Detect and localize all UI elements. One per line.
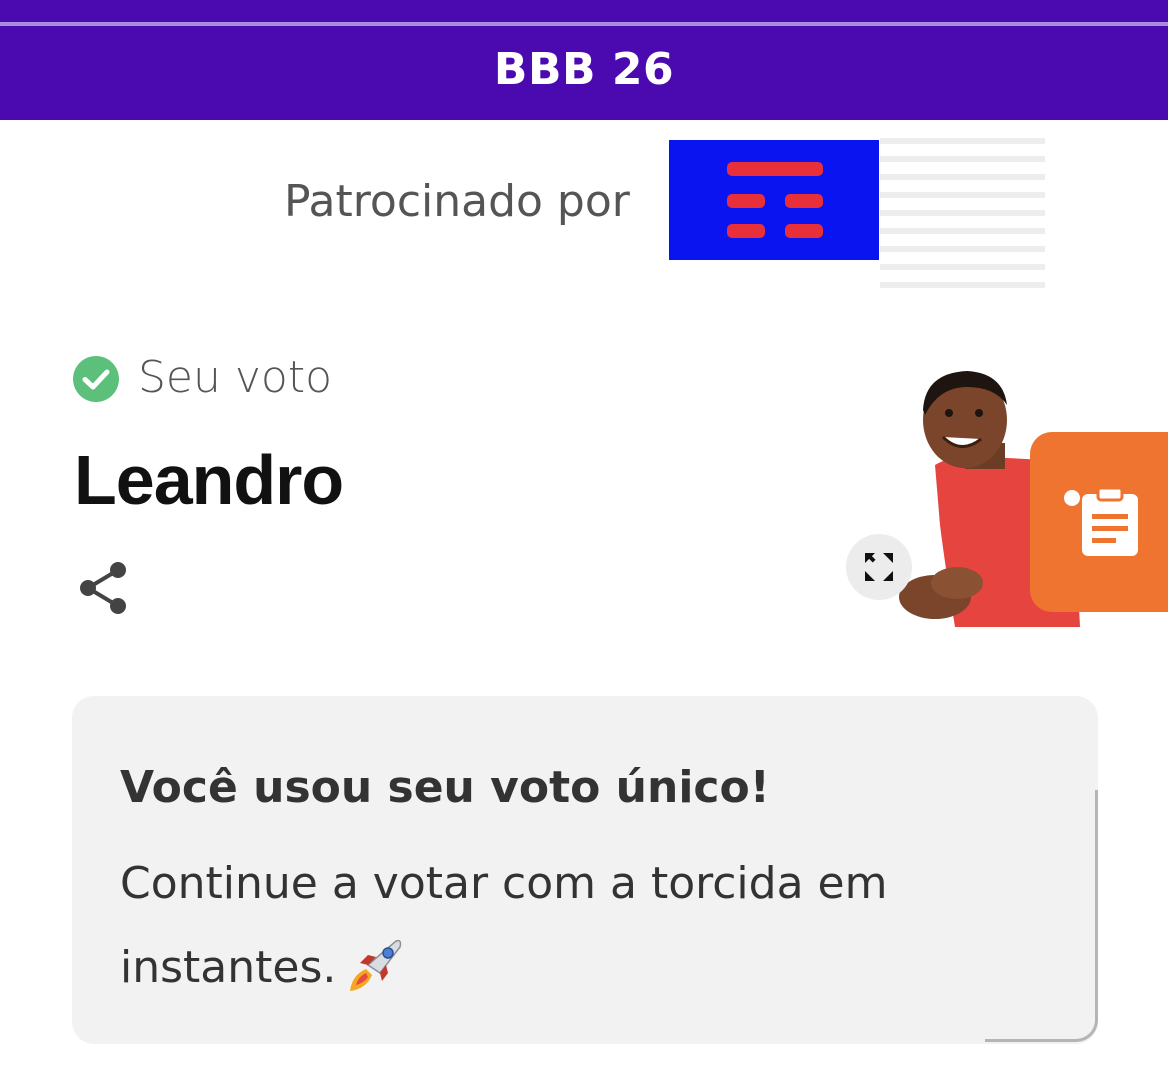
message-title: Você usou seu voto único! xyxy=(120,762,770,813)
sponsor-label: Patrocinado por xyxy=(284,176,630,227)
vote-status-label: Seu voto xyxy=(138,352,333,403)
voting-page: BBB 26 Patrocinado por Seu voto Leandro xyxy=(0,0,1168,1084)
top-header: BBB 26 xyxy=(0,0,1168,120)
header-divider xyxy=(0,22,1168,26)
check-circle-icon xyxy=(73,356,119,402)
floating-feedback-tab[interactable] xyxy=(1030,432,1168,612)
page-title: BBB 26 xyxy=(493,44,675,95)
sponsor-logo[interactable] xyxy=(669,140,879,260)
message-text-wrap: Continue a votar com a torcida em instan… xyxy=(120,842,1020,1010)
share-icon[interactable] xyxy=(76,560,130,616)
expand-photo-button[interactable] xyxy=(846,534,912,600)
candidate-name: Leandro xyxy=(74,441,344,519)
clipboard-icon xyxy=(1064,486,1138,556)
sponsor-watermark xyxy=(880,138,1045,288)
expand-icon xyxy=(865,553,893,581)
message-text: Continue a votar com a torcida em instan… xyxy=(120,858,888,993)
rocket-icon xyxy=(350,939,402,991)
